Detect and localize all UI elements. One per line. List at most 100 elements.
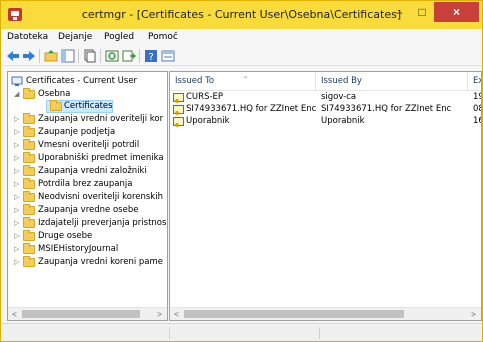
scroll-thumb[interactable]	[22, 310, 140, 318]
header-divider	[170, 90, 481, 91]
tree-item[interactable]: ▷ Zaupanja vredni založniki	[8, 165, 167, 178]
tree-item-label: Certificates	[64, 101, 113, 111]
cell-issued-by: SI74933671.HQ for ZZInet Enc	[321, 104, 452, 114]
collapsed-chevron-icon[interactable]: ▷	[14, 126, 22, 139]
tree-item-label: Zaupanja vredni overitelji kor	[38, 114, 164, 124]
tree-item-label: Zaupanja vredne osebe	[38, 205, 139, 215]
folder-icon	[23, 139, 35, 150]
tree-item-label: Vmesni overitelji potrdil	[38, 140, 140, 150]
tree-item[interactable]: ▷ Zaupanja vredne osebe	[8, 204, 167, 217]
up-folder-icon[interactable]	[44, 49, 58, 63]
collapsed-chevron-icon[interactable]: ▷	[14, 243, 22, 256]
refresh-icon[interactable]	[105, 49, 119, 63]
tree-item-label: Zaupanja vredni koreni pame	[38, 257, 164, 267]
collapsed-chevron-icon[interactable]: ▷	[14, 152, 22, 165]
folder-icon	[23, 165, 35, 176]
collapsed-chevron-icon[interactable]: ▷	[14, 191, 22, 204]
menu-pomoc[interactable]: Pomoč	[148, 32, 178, 42]
scroll-right-arrow[interactable]: >	[153, 308, 166, 320]
toolbar-separator	[39, 49, 40, 63]
tree-item-label: Zaupanje podjetja	[38, 127, 116, 137]
collapsed-chevron-icon[interactable]: ▷	[14, 165, 22, 178]
collapsed-chevron-icon[interactable]: ▷	[14, 113, 22, 126]
status-bar	[1, 323, 482, 341]
forward-arrow-icon[interactable]	[22, 49, 36, 63]
folder-icon	[23, 178, 35, 189]
sort-ascending-icon: ^	[243, 76, 249, 83]
export-list-icon[interactable]	[122, 49, 136, 63]
table-row[interactable]: Uporabnik	[173, 116, 318, 127]
cell-expiration: 08	[473, 104, 481, 114]
folder-icon	[23, 113, 35, 124]
cell-issued-to: SI74933671.HQ for ZZInet Enc	[186, 104, 317, 114]
scroll-left-arrow[interactable]: <	[170, 308, 183, 320]
help-icon[interactable]: ?	[144, 49, 158, 63]
tree-item[interactable]: ▷ Vmesni overitelji potrdil	[8, 139, 167, 152]
cell-issued-to: CURS-EP	[186, 92, 224, 102]
table-row[interactable]: CURS-EP	[173, 92, 318, 103]
properties-icon[interactable]	[161, 49, 175, 63]
tree-item[interactable]: ▷ Izdajatelji preverjanja pristnos	[8, 217, 167, 230]
tree-item[interactable]: ▷ Zaupanje podjetja	[8, 126, 167, 139]
collapsed-chevron-icon[interactable]: ▷	[14, 178, 22, 191]
collapsed-chevron-icon[interactable]: ▷	[14, 230, 22, 243]
menu-bar: Datoteka Dejanje Pogled Pomoč	[1, 29, 482, 46]
column-header-expiration[interactable]: Ex	[468, 72, 481, 90]
show-tree-icon[interactable]	[61, 49, 75, 63]
toolbar-separator	[78, 49, 79, 63]
collapsed-chevron-icon[interactable]: ▷	[14, 139, 22, 152]
tree-item[interactable]: ▷ Neodvisni overitelji korenskih	[8, 191, 167, 204]
tree-item-certificates[interactable]: Certificates	[8, 100, 167, 113]
tree-item[interactable]: ▷ Druge osebe	[8, 230, 167, 243]
column-header-issued-by[interactable]: Issued By	[316, 72, 468, 90]
tree-item[interactable]: ▷ MSIEHistoryJournal	[8, 243, 167, 256]
folder-icon	[23, 88, 35, 99]
tree-item[interactable]: ▷ Potrdila brez zaupanja	[8, 178, 167, 191]
certificate-list-pane[interactable]: ^ Issued To Issued By Ex CURS-EP sigov-c…	[169, 71, 482, 321]
menu-pogled[interactable]: Pogled	[104, 32, 134, 42]
collapsed-chevron-icon[interactable]: ▷	[14, 204, 22, 217]
certificate-icon	[173, 105, 184, 115]
back-arrow-icon[interactable]	[6, 49, 20, 63]
toolbar-separator	[100, 49, 101, 63]
maximize-button[interactable]: □	[411, 2, 433, 22]
cell-expiration: 19	[473, 92, 481, 102]
folder-icon	[23, 152, 35, 163]
close-button[interactable]: ×	[434, 2, 479, 22]
certificate-icon	[173, 93, 184, 103]
folder-icon	[23, 256, 35, 267]
cell-issued-by: sigov-ca	[321, 92, 357, 102]
status-segment	[319, 327, 469, 339]
toolbar-separator	[139, 49, 140, 63]
folder-icon	[23, 217, 35, 228]
tree-item[interactable]: ▷ Uporabniški predmet imenika	[8, 152, 167, 165]
tree-item[interactable]: ▷ Zaupanja vredni koreni pame	[8, 256, 167, 269]
toolbar: ?	[1, 46, 482, 66]
folder-icon	[23, 191, 35, 202]
certificate-icon	[173, 117, 184, 127]
scroll-thumb[interactable]	[184, 310, 404, 318]
tree-pane[interactable]: Certificates - Current User ◢ Osebna Cer…	[7, 71, 168, 321]
scroll-left-arrow[interactable]: <	[8, 308, 21, 320]
cell-expiration: 16	[473, 116, 481, 126]
tree-item-label: MSIEHistoryJournal	[38, 244, 119, 254]
cell-issued-by: Uporabnik	[321, 116, 365, 126]
computer-certs-icon	[11, 76, 23, 86]
collapsed-chevron-icon[interactable]: ▷	[14, 217, 22, 230]
tree-horizontal-scrollbar[interactable]: < >	[8, 307, 167, 320]
column-header-issued-to[interactable]: ^ Issued To	[170, 72, 316, 90]
menu-dejanje[interactable]: Dejanje	[58, 32, 92, 42]
title-bar[interactable]: certmgr - [Certificates - Current User\O…	[1, 1, 482, 29]
tree-root[interactable]: Certificates - Current User	[8, 75, 167, 88]
table-row[interactable]: SI74933671.HQ for ZZInet Enc	[173, 104, 318, 115]
list-horizontal-scrollbar[interactable]: < >	[170, 307, 481, 320]
copy-icon[interactable]	[83, 49, 97, 63]
menu-datoteka[interactable]: Datoteka	[7, 32, 48, 42]
collapsed-chevron-icon[interactable]: ▷	[14, 256, 22, 269]
tree-item-label: Zaupanja vredni založniki	[38, 166, 147, 176]
tree-item-label: Neodvisni overitelji korenskih	[38, 192, 163, 202]
scroll-right-arrow[interactable]: >	[467, 308, 480, 320]
minimize-button[interactable]: –	[388, 2, 410, 22]
tree-item[interactable]: ▷ Zaupanja vredni overitelji kor	[8, 113, 167, 126]
svg-text:?: ?	[149, 52, 154, 63]
